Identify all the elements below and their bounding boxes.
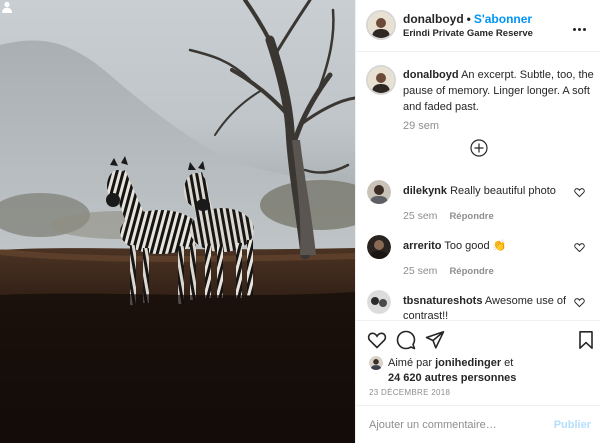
more-horizontal-icon[interactable]	[573, 18, 589, 32]
follow-button[interactable]: S'abonner	[474, 12, 532, 26]
separator-dot: •	[466, 12, 471, 26]
commenter-avatar[interactable]	[367, 290, 391, 314]
likes-prefix: Aimé par	[388, 357, 433, 369]
comment-body: Too good 👏	[444, 240, 507, 252]
heart-icon[interactable]	[367, 330, 387, 350]
caption-username[interactable]: donalboyd	[403, 69, 459, 81]
comment-time[interactable]: 25 sem	[403, 210, 437, 222]
add-comment-bar: Ajouter un commentaire… Publier	[356, 405, 600, 443]
user-tag-icon[interactable]	[0, 0, 14, 14]
comment-item: arrerito Too good 👏 25 sem Répondre	[356, 235, 600, 283]
bookmark-icon[interactable]	[576, 330, 596, 350]
likes-line-1: Aimé par jonihedinger et	[388, 356, 513, 371]
commenter-avatar[interactable]	[367, 235, 391, 259]
post-image[interactable]	[0, 0, 355, 443]
comment-item: dilekynk Really beautiful photo 25 sem Ré…	[356, 180, 600, 228]
heart-icon[interactable]	[574, 242, 585, 253]
likes-and: et	[504, 357, 514, 369]
zebra-photo	[0, 0, 355, 443]
reply-button[interactable]: Répondre	[449, 266, 493, 277]
location-link[interactable]: Erindi Private Game Reserve	[403, 28, 533, 39]
plus-circle-icon[interactable]	[470, 139, 488, 157]
header-username[interactable]: donalboyd	[403, 12, 464, 26]
comment-text: arrerito Too good 👏	[403, 239, 568, 254]
publish-button[interactable]: Publier	[554, 419, 591, 431]
comment-item: tbsnatureshots Awesome use of contrast!!	[356, 290, 600, 322]
liker-avatar[interactable]	[369, 356, 383, 370]
comment-username[interactable]: tbsnatureshots	[403, 295, 482, 307]
post-header: donalboyd • S'abonner Erindi Private Game …	[356, 0, 600, 52]
comment-time[interactable]: 25 sem	[403, 265, 437, 277]
reply-button[interactable]: Répondre	[449, 211, 493, 222]
post-panel: donalboyd • S'abonner Erindi Private Game …	[355, 0, 600, 443]
author-avatar[interactable]	[366, 10, 396, 40]
caption-text: donalboyd An excerpt. Subtle, too, the p…	[403, 67, 598, 115]
caption-time[interactable]: 29 sem	[403, 120, 439, 132]
heart-icon[interactable]	[574, 187, 585, 198]
comment-username[interactable]: dilekynk	[403, 185, 447, 197]
commenter-avatar[interactable]	[367, 180, 391, 204]
comment-meta: 25 sem Répondre	[403, 265, 494, 277]
caption-avatar[interactable]	[366, 65, 396, 95]
comment-text: dilekynk Really beautiful photo	[403, 184, 568, 199]
liker-username[interactable]: jonihedinger	[435, 357, 501, 369]
share-icon[interactable]	[425, 330, 445, 350]
comment-username[interactable]: arrerito	[403, 240, 442, 252]
comment-meta: 25 sem Répondre	[403, 210, 494, 222]
post-date[interactable]: 23 DÉCEMBRE 2018	[369, 388, 450, 397]
comment-input[interactable]: Ajouter un commentaire…	[369, 419, 497, 431]
likes-others[interactable]: 24 620 autres personnes	[388, 371, 516, 386]
comment-body: Really beautiful photo	[450, 185, 556, 197]
comment-icon[interactable]	[396, 330, 416, 350]
heart-icon[interactable]	[574, 297, 585, 308]
header-username-line: donalboyd • S'abonner	[403, 12, 532, 26]
